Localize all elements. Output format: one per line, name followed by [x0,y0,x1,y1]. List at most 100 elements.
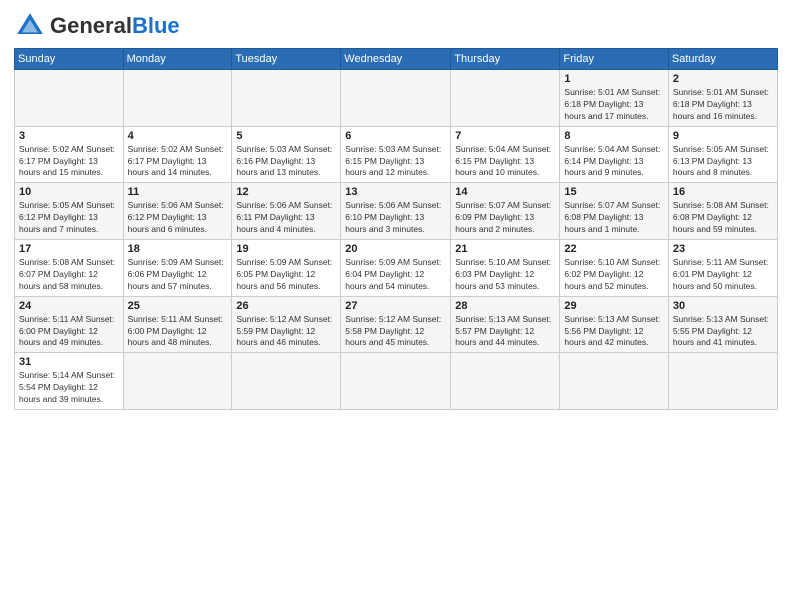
day-info: Sunrise: 5:12 AM Sunset: 5:58 PM Dayligh… [345,314,446,350]
calendar-cell: 20 Sunrise: 5:09 AM Sunset: 6:04 PM Dayli… [341,240,451,297]
calendar-cell: 9Sunrise: 5:05 AM Sunset: 6:13 PM Daylig… [668,126,777,183]
day-info: Sunrise: 5:04 AM Sunset: 6:15 PM Dayligh… [455,144,555,180]
day-info: Sunrise: 5:03 AM Sunset: 6:15 PM Dayligh… [345,144,446,180]
day-info: Sunrise: 5:10 AM Sunset: 6:03 PM Dayligh… [455,257,555,293]
calendar-cell: 11Sunrise: 5:06 AM Sunset: 6:12 PM Dayli… [123,183,232,240]
day-info: Sunrise: 5:05 AM Sunset: 6:13 PM Dayligh… [673,144,773,180]
calendar-cell: 8 Sunrise: 5:04 AM Sunset: 6:14 PM Daylig… [560,126,668,183]
day-info: Sunrise: 5:01 AM Sunset: 6:18 PM Dayligh… [673,87,773,123]
calendar-week-row: 24 Sunrise: 5:11 AM Sunset: 6:00 PM Dayli… [15,296,778,353]
day-number: 12 [236,186,336,198]
day-info: Sunrise: 5:09 AM Sunset: 6:04 PM Dayligh… [345,257,446,293]
calendar-cell [232,353,341,410]
day-number: 24 [19,300,119,312]
day-number: 17 [19,243,119,255]
day-number: 29 [564,300,663,312]
day-info: Sunrise: 5:02 AM Sunset: 6:17 PM Dayligh… [128,144,228,180]
day-number: 8 [564,130,663,142]
weekday-header-wednesday: Wednesday [341,49,451,70]
day-info: Sunrise: 5:06 AM Sunset: 6:11 PM Dayligh… [236,200,336,236]
calendar-cell: 1 Sunrise: 5:01 AM Sunset: 6:18 PM Daylig… [560,70,668,127]
day-number: 22 [564,243,663,255]
weekday-header-sunday: Sunday [15,49,124,70]
calendar-cell: 13 Sunrise: 5:06 AM Sunset: 6:10 PM Dayli… [341,183,451,240]
day-number: 14 [455,186,555,198]
day-info: Sunrise: 5:04 AM Sunset: 6:14 PM Dayligh… [564,144,663,180]
weekday-header-friday: Friday [560,49,668,70]
calendar-cell: 6Sunrise: 5:03 AM Sunset: 6:15 PM Daylig… [341,126,451,183]
calendar-cell: 2 Sunrise: 5:01 AM Sunset: 6:18 PM Daylig… [668,70,777,127]
day-info: Sunrise: 5:14 AM Sunset: 5:54 PM Dayligh… [19,370,119,406]
day-info: Sunrise: 5:11 AM Sunset: 6:00 PM Dayligh… [19,314,119,350]
day-info: Sunrise: 5:07 AM Sunset: 6:09 PM Dayligh… [455,200,555,236]
day-info: Sunrise: 5:01 AM Sunset: 6:18 PM Dayligh… [564,87,663,123]
calendar-cell [451,70,560,127]
day-info: Sunrise: 5:10 AM Sunset: 6:02 PM Dayligh… [564,257,663,293]
calendar-week-row: 17Sunrise: 5:08 AM Sunset: 6:07 PM Dayli… [15,240,778,297]
calendar-cell: 5 Sunrise: 5:03 AM Sunset: 6:16 PM Daylig… [232,126,341,183]
calendar-cell [232,70,341,127]
day-number: 1 [564,73,663,85]
calendar-cell: 31Sunrise: 5:14 AM Sunset: 5:54 PM Dayli… [15,353,124,410]
weekday-header-thursday: Thursday [451,49,560,70]
day-info: Sunrise: 5:06 AM Sunset: 6:10 PM Dayligh… [345,200,446,236]
day-info: Sunrise: 5:09 AM Sunset: 6:06 PM Dayligh… [128,257,228,293]
day-number: 27 [345,300,446,312]
header: GeneralBlue [14,10,778,42]
calendar-cell: 15 Sunrise: 5:07 AM Sunset: 6:08 PM Dayli… [560,183,668,240]
calendar-cell [15,70,124,127]
weekday-header-monday: Monday [123,49,232,70]
logo-text: GeneralBlue [50,15,180,38]
calendar-cell [668,353,777,410]
day-number: 20 [345,243,446,255]
day-info: Sunrise: 5:11 AM Sunset: 6:00 PM Dayligh… [128,314,228,350]
calendar-body: 1 Sunrise: 5:01 AM Sunset: 6:18 PM Daylig… [15,70,778,410]
day-number: 21 [455,243,555,255]
weekday-header-saturday: Saturday [668,49,777,70]
calendar-page: GeneralBlue SundayMondayTuesdayWednesday… [0,0,792,612]
day-info: Sunrise: 5:11 AM Sunset: 6:01 PM Dayligh… [673,257,773,293]
calendar-cell: 7 Sunrise: 5:04 AM Sunset: 6:15 PM Daylig… [451,126,560,183]
day-info: Sunrise: 5:07 AM Sunset: 6:08 PM Dayligh… [564,200,663,236]
calendar-cell: 26Sunrise: 5:12 AM Sunset: 5:59 PM Dayli… [232,296,341,353]
calendar-cell [341,70,451,127]
calendar-cell: 30 Sunrise: 5:13 AM Sunset: 5:55 PM Dayli… [668,296,777,353]
day-number: 2 [673,73,773,85]
day-info: Sunrise: 5:03 AM Sunset: 6:16 PM Dayligh… [236,144,336,180]
day-number: 7 [455,130,555,142]
calendar-cell: 27 Sunrise: 5:12 AM Sunset: 5:58 PM Dayli… [341,296,451,353]
day-number: 11 [128,186,228,198]
day-info: Sunrise: 5:13 AM Sunset: 5:55 PM Dayligh… [673,314,773,350]
calendar-table: SundayMondayTuesdayWednesdayThursdayFrid… [14,48,778,410]
calendar-week-row: 1 Sunrise: 5:01 AM Sunset: 6:18 PM Daylig… [15,70,778,127]
day-number: 19 [236,243,336,255]
calendar-cell: 25Sunrise: 5:11 AM Sunset: 6:00 PM Dayli… [123,296,232,353]
calendar-cell: 18Sunrise: 5:09 AM Sunset: 6:06 PM Dayli… [123,240,232,297]
calendar-cell [123,353,232,410]
day-info: Sunrise: 5:02 AM Sunset: 6:17 PM Dayligh… [19,144,119,180]
calendar-cell: 22 Sunrise: 5:10 AM Sunset: 6:02 PM Dayli… [560,240,668,297]
calendar-cell: 29Sunrise: 5:13 AM Sunset: 5:56 PM Dayli… [560,296,668,353]
calendar-cell: 21 Sunrise: 5:10 AM Sunset: 6:03 PM Dayli… [451,240,560,297]
day-number: 15 [564,186,663,198]
day-number: 5 [236,130,336,142]
calendar-cell: 3Sunrise: 5:02 AM Sunset: 6:17 PM Daylig… [15,126,124,183]
day-info: Sunrise: 5:05 AM Sunset: 6:12 PM Dayligh… [19,200,119,236]
calendar-cell: 12 Sunrise: 5:06 AM Sunset: 6:11 PM Dayli… [232,183,341,240]
calendar-cell [123,70,232,127]
calendar-cell: 10 Sunrise: 5:05 AM Sunset: 6:12 PM Dayli… [15,183,124,240]
calendar-cell: 17Sunrise: 5:08 AM Sunset: 6:07 PM Dayli… [15,240,124,297]
day-number: 10 [19,186,119,198]
day-info: Sunrise: 5:13 AM Sunset: 5:57 PM Dayligh… [455,314,555,350]
day-number: 30 [673,300,773,312]
logo-icon [14,10,46,42]
calendar-cell: 16Sunrise: 5:08 AM Sunset: 6:08 PM Dayli… [668,183,777,240]
weekday-header-tuesday: Tuesday [232,49,341,70]
calendar-cell [560,353,668,410]
day-number: 13 [345,186,446,198]
calendar-cell: 4Sunrise: 5:02 AM Sunset: 6:17 PM Daylig… [123,126,232,183]
day-number: 26 [236,300,336,312]
calendar-week-row: 31Sunrise: 5:14 AM Sunset: 5:54 PM Dayli… [15,353,778,410]
calendar-header: SundayMondayTuesdayWednesdayThursdayFrid… [15,49,778,70]
day-number: 16 [673,186,773,198]
